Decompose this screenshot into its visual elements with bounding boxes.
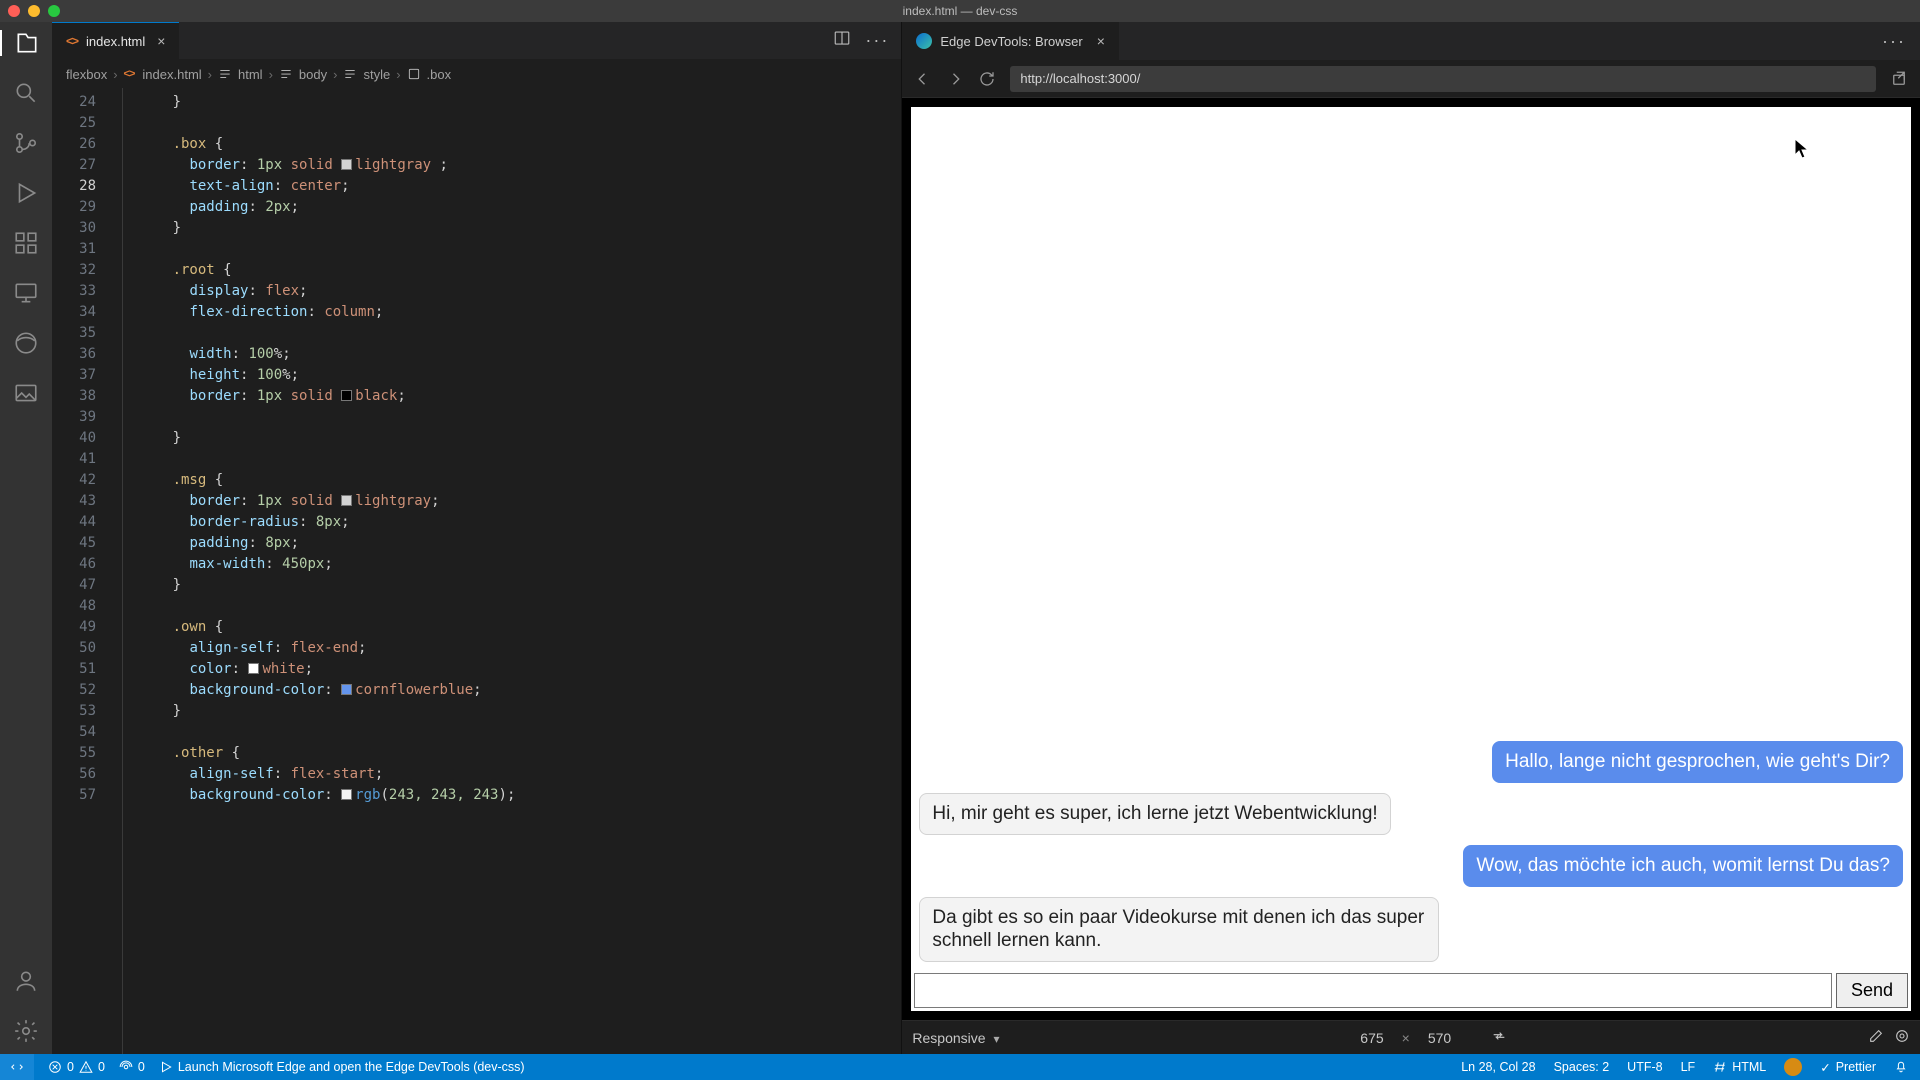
breadcrumb-segment[interactable]: body bbox=[299, 67, 327, 82]
formatter-label: Prettier bbox=[1836, 1060, 1876, 1074]
viewport-height[interactable]: 570 bbox=[1428, 1030, 1451, 1046]
window-title: index.html — dev-css bbox=[0, 4, 1920, 18]
chat-message-other: Da gibt es so ein paar Videokurse mit de… bbox=[919, 897, 1439, 963]
target-icon[interactable] bbox=[1894, 1028, 1910, 1047]
devtools-tab-title: Edge DevTools: Browser bbox=[940, 34, 1082, 49]
more-actions-icon[interactable]: ··· bbox=[865, 30, 889, 51]
popout-icon[interactable] bbox=[1890, 70, 1908, 88]
split-editor-icon[interactable] bbox=[833, 29, 851, 52]
problems-indicator[interactable]: 0 0 bbox=[48, 1060, 105, 1074]
viewport-width[interactable]: 675 bbox=[1360, 1030, 1383, 1046]
extension-badge-icon[interactable] bbox=[1784, 1058, 1802, 1076]
symbol-icon bbox=[279, 67, 293, 81]
status-bar: 0 0 0 Launch Microsoft Edge and open the… bbox=[0, 1054, 1920, 1080]
encoding-status[interactable]: UTF-8 bbox=[1627, 1060, 1662, 1074]
dimension-separator: × bbox=[1402, 1030, 1410, 1046]
breadcrumb-file[interactable]: index.html bbox=[142, 67, 201, 82]
language-label: HTML bbox=[1732, 1060, 1766, 1074]
device-mode-label: Responsive bbox=[912, 1030, 985, 1046]
chat-messages: Hallo, lange nicht gesprochen, wie geht'… bbox=[911, 107, 1911, 970]
edge-tools-icon[interactable] bbox=[13, 330, 39, 356]
chat-message-own: Hallo, lange nicht gesprochen, wie geht'… bbox=[1492, 741, 1903, 783]
account-icon[interactable] bbox=[13, 968, 39, 994]
edit-icon[interactable] bbox=[1868, 1028, 1884, 1047]
url-input[interactable] bbox=[1010, 66, 1876, 92]
chat-message-other: Hi, mir geht es super, ich lerne jetzt W… bbox=[919, 793, 1390, 835]
cursor-position[interactable]: Ln 28, Col 28 bbox=[1461, 1060, 1535, 1074]
html-file-icon: <> bbox=[124, 68, 135, 80]
chevron-right-icon: › bbox=[333, 67, 337, 82]
window-close-dot[interactable] bbox=[8, 5, 20, 17]
breadcrumb-segment[interactable]: style bbox=[363, 67, 390, 82]
chevron-right-icon: › bbox=[396, 67, 400, 82]
extensions-icon[interactable] bbox=[13, 230, 39, 256]
notifications-bell-icon[interactable] bbox=[1894, 1059, 1908, 1076]
explorer-icon[interactable] bbox=[0, 30, 52, 56]
warning-count: 0 bbox=[98, 1060, 105, 1074]
breadcrumbs[interactable]: flexbox › <> index.html › html › body › … bbox=[52, 60, 901, 88]
editor-panel: <> index.html × ··· flexbox › <> index.h… bbox=[52, 22, 902, 1054]
page-root: Hallo, lange nicht gesprochen, wie geht'… bbox=[910, 106, 1912, 1012]
launch-message: Launch Microsoft Edge and open the Edge … bbox=[178, 1060, 525, 1074]
editor-tabs: <> index.html × ··· bbox=[52, 22, 901, 60]
code-content[interactable]: } .box { border: 1px solid lightgray ; t… bbox=[114, 88, 901, 1054]
chat-text-input[interactable] bbox=[914, 973, 1832, 1008]
browser-toolbar bbox=[902, 60, 1920, 98]
reload-icon[interactable] bbox=[978, 70, 996, 88]
error-count: 0 bbox=[67, 1060, 74, 1074]
chevron-down-icon: ▾ bbox=[993, 1032, 999, 1046]
chevron-right-icon: › bbox=[113, 67, 117, 82]
remote-indicator[interactable] bbox=[0, 1054, 34, 1080]
tab-edge-devtools[interactable]: Edge DevTools: Browser × bbox=[902, 22, 1119, 60]
devtools-tabs: Edge DevTools: Browser × ··· bbox=[902, 22, 1920, 60]
run-debug-icon[interactable] bbox=[13, 180, 39, 206]
symbol-icon bbox=[218, 67, 232, 81]
settings-gear-icon[interactable] bbox=[13, 1018, 39, 1044]
breadcrumb-folder[interactable]: flexbox bbox=[66, 67, 107, 82]
chat-input-row: Send bbox=[911, 970, 1911, 1011]
code-editor[interactable]: 2425262728293031323334353637383940414243… bbox=[52, 88, 901, 1054]
search-icon[interactable] bbox=[13, 80, 39, 106]
breadcrumb-segment[interactable]: html bbox=[238, 67, 263, 82]
line-number-gutter: 2425262728293031323334353637383940414243… bbox=[52, 88, 114, 1054]
launch-edge-action[interactable]: Launch Microsoft Edge and open the Edge … bbox=[159, 1060, 525, 1074]
edge-icon bbox=[916, 33, 932, 49]
device-mode-select[interactable]: Responsive ▾ bbox=[912, 1030, 999, 1046]
mac-titlebar: index.html — dev-css bbox=[0, 0, 1920, 22]
port-count: 0 bbox=[138, 1060, 145, 1074]
back-icon[interactable] bbox=[914, 70, 932, 88]
window-zoom-dot[interactable] bbox=[48, 5, 60, 17]
chevron-right-icon: › bbox=[269, 67, 273, 82]
html-file-icon: <> bbox=[66, 34, 78, 48]
eol-status[interactable]: LF bbox=[1681, 1060, 1696, 1074]
chat-message-own: Wow, das möchte ich auch, womit lernst D… bbox=[1463, 845, 1903, 887]
forward-icon[interactable] bbox=[946, 70, 964, 88]
chevron-right-icon: › bbox=[208, 67, 212, 82]
activity-bar bbox=[0, 22, 52, 1054]
symbol-icon bbox=[407, 67, 421, 81]
check-icon: ✓ bbox=[1820, 1060, 1830, 1075]
devtools-panel: Edge DevTools: Browser × ··· Hallo, lang… bbox=[902, 22, 1920, 1054]
remote-explorer-icon[interactable] bbox=[13, 280, 39, 306]
tab-index-html[interactable]: <> index.html × bbox=[52, 22, 179, 59]
ports-indicator[interactable]: 0 bbox=[119, 1060, 145, 1074]
window-minimize-dot[interactable] bbox=[28, 5, 40, 17]
language-mode[interactable]: HTML bbox=[1713, 1060, 1766, 1074]
formatter-status[interactable]: ✓ Prettier bbox=[1820, 1060, 1876, 1075]
browser-preview[interactable]: Hallo, lange nicht gesprochen, wie geht'… bbox=[902, 98, 1920, 1020]
device-toolbar: Responsive ▾ 675 × 570 bbox=[902, 1020, 1920, 1054]
tab-close-icon[interactable]: × bbox=[1097, 33, 1105, 49]
tab-close-icon[interactable]: × bbox=[157, 33, 165, 49]
symbol-icon bbox=[343, 67, 357, 81]
indentation-status[interactable]: Spaces: 2 bbox=[1554, 1060, 1610, 1074]
more-actions-icon[interactable]: ··· bbox=[1882, 31, 1906, 52]
tab-filename: index.html bbox=[86, 34, 145, 49]
breadcrumb-segment[interactable]: .box bbox=[427, 67, 452, 82]
gallery-icon[interactable] bbox=[13, 380, 39, 406]
send-button[interactable]: Send bbox=[1836, 973, 1908, 1008]
rotate-icon[interactable] bbox=[1491, 1028, 1507, 1047]
source-control-icon[interactable] bbox=[13, 130, 39, 156]
